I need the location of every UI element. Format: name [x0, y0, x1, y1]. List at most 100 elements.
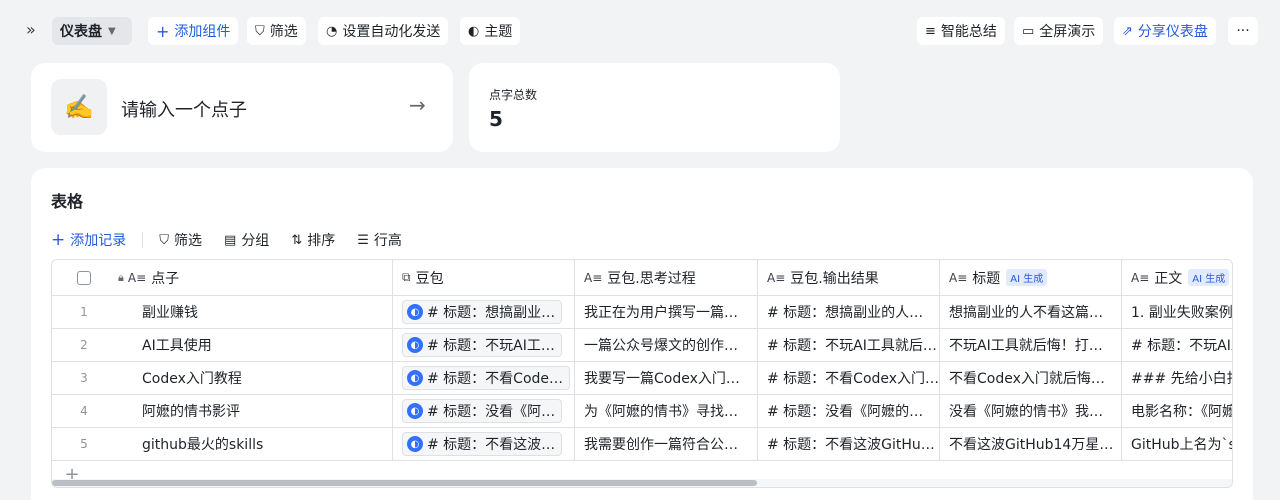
arrow-right-icon[interactable]: →: [409, 93, 426, 117]
count-value: 5: [489, 107, 503, 131]
formula-field-icon: A≡: [584, 270, 603, 285]
column-header-thinking[interactable]: A≡ 豆包.思考过程: [575, 260, 758, 295]
doubao-chip[interactable]: ◐ # 标题：没看《阿…: [402, 399, 563, 423]
share-button[interactable]: ⇗ 分享仪表盘: [1114, 17, 1216, 45]
presentation-icon: ▭: [1022, 23, 1035, 39]
cell-body[interactable]: 电影名称：《阿嬷: [1122, 395, 1232, 427]
cell-title[interactable]: 想搞副业的人不看这篇…: [940, 296, 1122, 328]
add-record-label: 添加记录: [70, 233, 127, 249]
cell-idea[interactable]: 阿嬷的情书影评: [116, 395, 393, 427]
cell-title[interactable]: 没看《阿嬷的情书》我…: [940, 395, 1122, 427]
theme-button[interactable]: ◐ 主题: [460, 17, 521, 45]
table-row[interactable]: 3 Codex入门教程 ◐ # 标题：不看Code… 我要写一篇Codex入门… …: [52, 362, 1232, 395]
cell-thinking[interactable]: 为《阿嬷的情书》寻找…: [575, 395, 758, 427]
table-filter-button[interactable]: ⛉ 筛选: [159, 230, 202, 250]
add-record-button[interactable]: + 添加记录: [51, 230, 126, 250]
table-row[interactable]: 1 副业赚钱 ◐ # 标题：想搞副业… 我正在为用户撰写一篇… # 标题：想搞副业…: [52, 296, 1232, 329]
cell-doubao[interactable]: ◐ # 标题：没看《阿…: [393, 395, 575, 427]
doubao-chip[interactable]: ◐ # 标题：想搞副业…: [402, 300, 563, 324]
cell-thinking[interactable]: 我要写一篇Codex入门…: [575, 362, 758, 394]
row-height-icon: ☰: [357, 232, 369, 248]
cell-title[interactable]: 不看Codex入门就后悔…: [940, 362, 1122, 394]
smart-summary-label: 智能总结: [940, 24, 997, 40]
cell-doubao[interactable]: ◐ # 标题：不看Code…: [393, 362, 575, 394]
select-all-checkbox[interactable]: [77, 270, 91, 285]
cell-doubao[interactable]: ◐ # 标题：不看这波…: [393, 428, 575, 460]
share-icon: ⇗: [1122, 23, 1133, 39]
chevron-down-icon: ▼: [108, 25, 116, 37]
cell-idea[interactable]: AI工具使用: [116, 329, 393, 361]
writing-hand-icon: ✍️: [51, 79, 107, 135]
link-field-icon: ⧉: [402, 270, 411, 284]
cell-body[interactable]: ### 先给小白扫: [1122, 362, 1232, 394]
table-filter-label: 筛选: [174, 233, 203, 249]
cell-body[interactable]: 1. 副业失败案例:: [1122, 296, 1232, 328]
cell-idea[interactable]: github最火的skills: [116, 428, 393, 460]
fullscreen-button[interactable]: ▭ 全屏演示: [1014, 17, 1104, 45]
table-row[interactable]: 4 阿嬷的情书影评 ◐ # 标题：没看《阿… 为《阿嬷的情书》寻找… # 标题：没…: [52, 395, 1232, 428]
cell-body[interactable]: # 标题：不玩AI工: [1122, 329, 1232, 361]
filter-button[interactable]: ⛉ 筛选: [247, 17, 306, 45]
row-number: 1: [80, 305, 88, 319]
sort-button[interactable]: ⇅ 排序: [291, 230, 335, 250]
automation-label: 设置自动化发送: [342, 24, 441, 40]
column-header-output[interactable]: A≡ 豆包.输出结果: [758, 260, 940, 295]
doubao-chip[interactable]: ◐ # 标题：不看Code…: [402, 366, 571, 390]
scrollbar-thumb[interactable]: [52, 480, 757, 486]
doubao-logo-icon: ◐: [407, 337, 423, 353]
cell-output[interactable]: # 标题：不看Codex入门…: [758, 362, 940, 394]
dashboard-selector[interactable]: 仪表盘 ▼: [52, 17, 132, 45]
group-button[interactable]: ▤ 分组: [224, 230, 269, 250]
cell-output[interactable]: # 标题：不玩AI工具就后…: [758, 329, 940, 361]
row-number: 5: [80, 437, 88, 451]
column-header-doubao[interactable]: ⧉ 豆包: [393, 260, 575, 295]
idea-input-placeholder: 请输入一个点子: [121, 100, 247, 121]
horizontal-scrollbar[interactable]: [52, 479, 1232, 487]
summary-icon: ≡: [925, 23, 936, 39]
smart-summary-button[interactable]: ≡ 智能总结: [917, 17, 1005, 45]
cell-output[interactable]: # 标题：想搞副业的人…: [758, 296, 940, 328]
table-row[interactable]: 5 github最火的skills ◐ # 标题：不看这波… 我需要创作一篇符合公…: [52, 428, 1232, 461]
row-height-label: 行高: [373, 233, 402, 249]
doubao-chip[interactable]: ◐ # 标题：不玩AI工…: [402, 333, 562, 357]
table-title: 表格: [51, 192, 84, 211]
column-header-label: 标题: [972, 270, 1001, 287]
more-icon: ···: [1236, 23, 1250, 39]
cell-thinking[interactable]: 我正在为用户撰写一篇…: [575, 296, 758, 328]
automation-button[interactable]: ◔ 设置自动化发送: [318, 17, 449, 45]
cell-output[interactable]: # 标题：没看《阿嬷的…: [758, 395, 940, 427]
cell-doubao[interactable]: ◐ # 标题：不玩AI工…: [393, 329, 575, 361]
sort-label: 排序: [307, 233, 336, 249]
column-header-body[interactable]: A≡ 正文 AI 生成: [1122, 260, 1232, 295]
doubao-logo-icon: ◐: [407, 436, 423, 452]
sort-icon: ⇅: [291, 232, 303, 248]
more-button[interactable]: ···: [1228, 17, 1258, 45]
cell-idea[interactable]: Codex入门教程: [116, 362, 393, 394]
group-icon: ▤: [224, 232, 237, 248]
column-header-label: 正文: [1154, 270, 1183, 287]
cell-body[interactable]: GitHub上名为`s: [1122, 428, 1232, 460]
toolbar-divider: [142, 232, 144, 248]
add-widget-label: 添加组件: [174, 24, 231, 40]
text-field-icon: A≡: [1131, 270, 1150, 285]
table-row[interactable]: 2 AI工具使用 ◐ # 标题：不玩AI工… 一篇公众号爆文的创作… # 标题：不…: [52, 329, 1232, 362]
add-widget-button[interactable]: + 添加组件: [148, 17, 239, 45]
column-header-idea[interactable]: 🔒︎ A≡ 点子: [116, 260, 393, 295]
cell-thinking[interactable]: 一篇公众号爆文的创作…: [575, 329, 758, 361]
theme-label: 主题: [484, 24, 513, 40]
cell-idea[interactable]: 副业赚钱: [116, 296, 393, 328]
doubao-chip-text: # 标题：不玩AI工…: [427, 338, 555, 354]
data-grid: 🔒︎ A≡ 点子 ⧉ 豆包 A≡ 豆包.思考过程 A≡ 豆包.输出结果 A≡ 标…: [51, 259, 1233, 488]
row-height-button[interactable]: ☰ 行高: [357, 230, 402, 250]
doubao-chip[interactable]: ◐ # 标题：不看这波…: [402, 432, 563, 456]
cell-title[interactable]: 不玩AI工具就后悔！打…: [940, 329, 1122, 361]
doubao-logo-icon: ◐: [407, 304, 423, 320]
cell-output[interactable]: # 标题：不看这波GitHu…: [758, 428, 940, 460]
cell-doubao[interactable]: ◐ # 标题：想搞副业…: [393, 296, 575, 328]
collapse-sidebar-icon[interactable]: »: [26, 20, 36, 39]
cell-thinking[interactable]: 我需要创作一篇符合公…: [575, 428, 758, 460]
idea-input-card[interactable]: ✍️ 请输入一个点子 →: [31, 63, 453, 152]
doubao-chip-text: # 标题：不看这波…: [427, 437, 556, 453]
cell-title[interactable]: 不看这波GitHub14万星…: [940, 428, 1122, 460]
column-header-title[interactable]: A≡ 标题 AI 生成: [940, 260, 1122, 295]
